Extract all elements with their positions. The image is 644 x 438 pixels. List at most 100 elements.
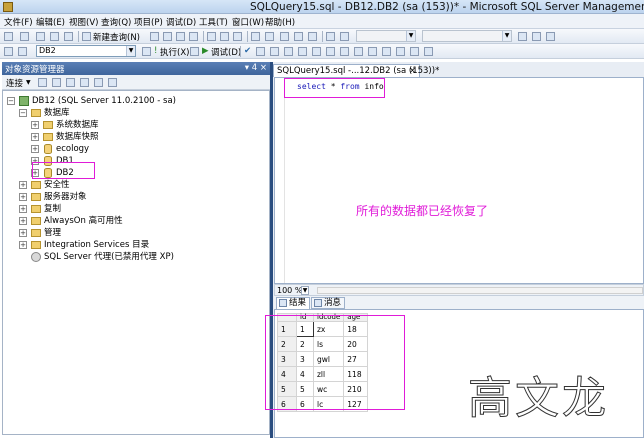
connect-dropdown[interactable]: 连接	[6, 77, 23, 89]
tree-node-label: DB12 (SQL Server 11.0.2100 - sa)	[32, 96, 176, 106]
intellisense-icon[interactable]	[284, 47, 293, 56]
tree-node-label: 数据库快照	[56, 132, 99, 142]
paste-icon[interactable]	[233, 32, 242, 41]
tab-sqlquery15[interactable]: SQLQuery15.sql -...12.DB2 (sa (153))* ×	[273, 64, 439, 77]
database-select-value: DB2	[39, 46, 56, 55]
toolbox-icon[interactable]	[546, 32, 555, 41]
expander-icon[interactable]: +	[19, 241, 27, 249]
execute-arrow-icon: !	[154, 46, 158, 56]
design-query-icon[interactable]	[142, 47, 151, 56]
expander-icon[interactable]: +	[31, 133, 39, 141]
menu-debug[interactable]: 调试(D)	[166, 16, 196, 28]
new-query-icon[interactable]	[82, 32, 91, 41]
db-engine-query-icon[interactable]	[150, 32, 159, 41]
tree-node-label: SQL Server 代理(已禁用代理 XP)	[44, 252, 174, 262]
copy-icon[interactable]	[220, 32, 229, 41]
menu-tools[interactable]: 工具(T)	[199, 16, 228, 28]
client-stats-icon[interactable]	[312, 47, 321, 56]
expander-icon[interactable]: +	[19, 229, 27, 237]
folder-icon	[31, 217, 41, 225]
tab-messages[interactable]: 消息	[311, 297, 345, 309]
close-icon[interactable]: ×	[409, 65, 416, 77]
expander-icon[interactable]: +	[31, 145, 39, 153]
menu-file[interactable]: 文件(F)	[4, 16, 33, 28]
start-debug-icon[interactable]	[340, 32, 349, 41]
cancel-execute-icon[interactable]	[190, 47, 199, 56]
navigate-forward-icon[interactable]	[294, 32, 303, 41]
navigate-back-icon[interactable]	[280, 32, 289, 41]
specify-values-icon[interactable]	[424, 47, 433, 56]
cut-icon[interactable]	[207, 32, 216, 41]
menu-view[interactable]: 视图(V)	[69, 16, 98, 28]
activity-monitor-icon[interactable]	[108, 78, 117, 87]
disconnect-icon[interactable]	[52, 78, 61, 87]
folder-icon	[31, 205, 41, 213]
analysis-query-icon[interactable]	[163, 32, 172, 41]
menu-edit[interactable]: 编辑(E)	[36, 16, 65, 28]
zoom-level[interactable]: 100 %	[277, 285, 302, 296]
execute-button[interactable]: 执行(X)	[160, 46, 189, 58]
expander-icon[interactable]: +	[31, 121, 39, 129]
tab-results[interactable]: 结果	[276, 297, 310, 309]
connect-server-icon[interactable]	[38, 78, 47, 87]
chevron-down-icon[interactable]: ▼	[26, 79, 31, 86]
chevron-down-icon[interactable]: ▼	[301, 286, 309, 295]
refresh-icon[interactable]	[94, 78, 103, 87]
open-file-icon[interactable]	[36, 32, 45, 41]
expander-icon[interactable]: −	[7, 97, 15, 105]
server-icon	[19, 96, 29, 106]
expander-icon[interactable]: +	[19, 217, 27, 225]
stop-icon[interactable]	[66, 78, 75, 87]
query-options-icon[interactable]	[270, 47, 279, 56]
comment-icon[interactable]	[368, 47, 377, 56]
expander-icon[interactable]: +	[19, 205, 27, 213]
expander-icon[interactable]: −	[19, 109, 27, 117]
change-connection-icon[interactable]	[18, 47, 27, 56]
redo-icon[interactable]	[265, 32, 274, 41]
folder-icon	[31, 229, 41, 237]
display-plan-icon[interactable]	[256, 47, 265, 56]
outdent-icon[interactable]	[396, 47, 405, 56]
mdx-query-icon[interactable]	[176, 32, 185, 41]
parse-check-icon[interactable]: ✔	[244, 46, 251, 56]
results-grid-icon[interactable]	[340, 47, 349, 56]
uncomment-icon[interactable]	[382, 47, 391, 56]
query-editor[interactable]: select * from info	[274, 77, 644, 284]
watermark: 高文龙	[468, 373, 609, 425]
menu-help[interactable]: 帮助(H)	[265, 16, 295, 28]
menu-query[interactable]: 查询(Q)	[101, 16, 131, 28]
solution-config-combo[interactable]: ▼	[356, 30, 416, 42]
tree-node-label: 数据库	[44, 108, 70, 118]
new-window-icon[interactable]	[326, 32, 335, 41]
object-explorer-header: 对象资源管理器 ▾ 4 ×	[2, 62, 270, 75]
solution-platform-combo[interactable]: ▼	[422, 30, 512, 42]
folder-icon	[31, 193, 41, 201]
expander-icon[interactable]: +	[19, 181, 27, 189]
properties-icon[interactable]	[532, 32, 541, 41]
save-icon[interactable]	[50, 32, 59, 41]
tree-node-label: 安全性	[44, 180, 70, 190]
include-plan-icon[interactable]	[298, 47, 307, 56]
debug-button[interactable]: 调试(D)	[211, 46, 241, 58]
database-select[interactable]: DB2 ▼	[36, 45, 136, 57]
add-item-icon[interactable]	[20, 32, 29, 41]
xmla-query-icon[interactable]	[189, 32, 198, 41]
find-icon[interactable]	[518, 32, 527, 41]
results-file-icon[interactable]	[354, 47, 363, 56]
results-text-icon[interactable]	[326, 47, 335, 56]
menu-project[interactable]: 项目(P)	[134, 16, 163, 28]
undo-icon[interactable]	[251, 32, 260, 41]
expander-icon[interactable]: +	[19, 193, 27, 201]
indent-icon[interactable]	[410, 47, 419, 56]
pane-controls[interactable]: ▾ 4 ×	[245, 62, 267, 75]
connect-icon[interactable]	[4, 47, 13, 56]
save-all-icon[interactable]	[64, 32, 73, 41]
horizontal-scrollbar[interactable]	[317, 287, 643, 294]
config-icon[interactable]	[308, 32, 317, 41]
folder-icon	[31, 181, 41, 189]
menu-window[interactable]: 窗口(W)	[232, 16, 264, 28]
filter-icon[interactable]	[80, 78, 89, 87]
new-query-button[interactable]: 新建查询(N)	[93, 31, 140, 43]
new-project-icon[interactable]	[4, 32, 13, 41]
tree-node-label: 服务器对象	[44, 192, 87, 202]
